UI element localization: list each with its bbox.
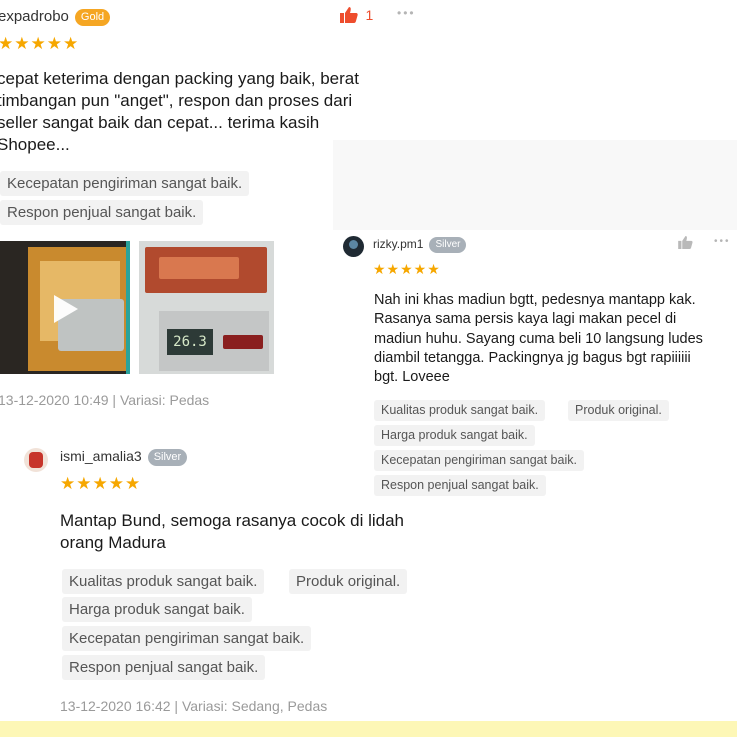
tag-chip: Produk original.: [289, 569, 408, 594]
tag-chip: Kualitas produk sangat baik.: [62, 569, 265, 594]
review-text: Mantap Bund, semoga rasanya cocok di lid…: [60, 510, 404, 554]
username-text[interactable]: ismi_amalia3: [60, 448, 142, 464]
reviewer-username[interactable]: ismi_amalia3 Silver: [60, 448, 188, 466]
tag-chip: Respon penjual sangat baik.: [62, 655, 266, 680]
tag-chip: Kecepatan pengiriman sangat baik.: [62, 626, 312, 651]
avatar[interactable]: [24, 448, 48, 472]
bottom-highlight-strip: [0, 721, 737, 737]
review-text-line: Mantap Bund, semoga rasanya cocok di lid…: [60, 511, 404, 530]
silver-badge: Silver: [147, 448, 188, 466]
review-meta: 13-12-2020 16:42 | Variasi: Sedang, Peda…: [60, 698, 328, 714]
avatar-figure-graphic: [29, 452, 43, 468]
review-text-line: orang Madura: [60, 533, 166, 552]
tag-chip: Harga produk sangat baik.: [62, 597, 252, 622]
review-ismi: ismi_amalia3 Silver ★★★★★ Mantap Bund, se…: [0, 0, 737, 737]
rating-stars: ★★★★★: [60, 474, 142, 493]
